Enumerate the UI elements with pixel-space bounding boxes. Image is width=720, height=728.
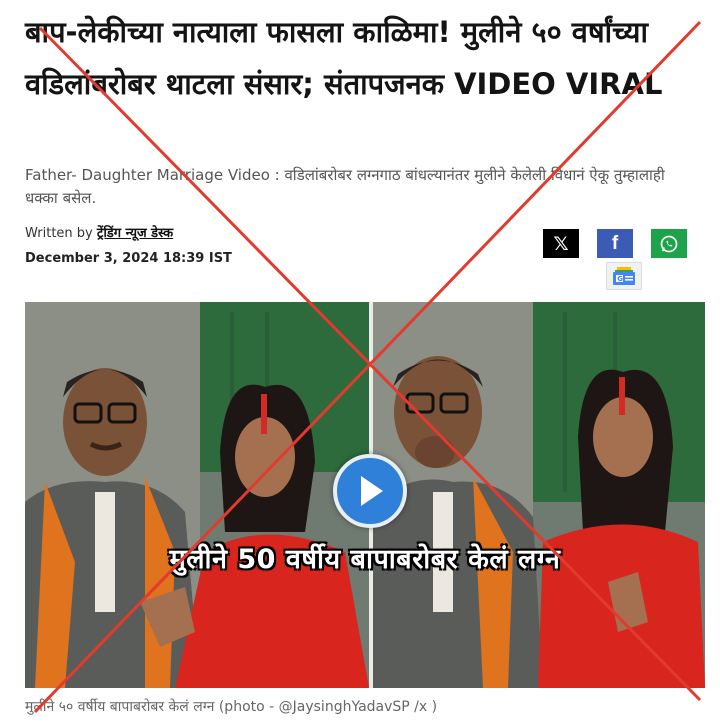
byline: Written by ट्रेंडिंग न्यूज डेस्क: [25, 223, 173, 241]
google-news-button[interactable]: G: [606, 262, 642, 290]
video-player[interactable]: मुलीने 50 वर्षीय बापाबरोबर केलं लग्न: [25, 302, 705, 688]
author-link[interactable]: ट्रेंडिंग न्यूज डेस्क: [97, 226, 173, 241]
x-logo-icon: 𝕏: [553, 232, 569, 255]
video-still-left: [25, 302, 369, 688]
google-news-icon: G: [613, 267, 635, 285]
play-button[interactable]: [333, 454, 407, 528]
share-facebook-button[interactable]: f: [597, 229, 633, 258]
overlay-caption-text: मुलीने 50 वर्षीय बापाबरोबर केलं लग्न: [169, 543, 561, 575]
article-headline: बाप-लेकीच्या नात्याला फासला काळिमा! मुली…: [25, 15, 663, 101]
svg-text:G: G: [617, 275, 623, 283]
video-overlay-caption: मुलीने 50 वर्षीय बापाबरोबर केलं लग्न: [25, 527, 705, 587]
whatsapp-icon: [660, 235, 678, 252]
share-whatsapp-button[interactable]: [651, 229, 687, 258]
video-frame-right: [373, 302, 705, 688]
play-icon: [361, 476, 383, 506]
video-frame-left: [25, 302, 369, 688]
facebook-icon: f: [611, 232, 619, 254]
written-by-label: Written by: [25, 226, 93, 241]
photo-caption: मुलीने ५० वर्षीय बापाबरोबर केलं लग्न (ph…: [25, 699, 438, 715]
publish-date: December 3, 2024 18:39 IST: [25, 251, 232, 266]
share-x-button[interactable]: 𝕏: [543, 229, 579, 258]
article-summary: Father- Daughter Marriage Video : वडिलां…: [25, 166, 665, 207]
video-still-right: [373, 302, 705, 688]
